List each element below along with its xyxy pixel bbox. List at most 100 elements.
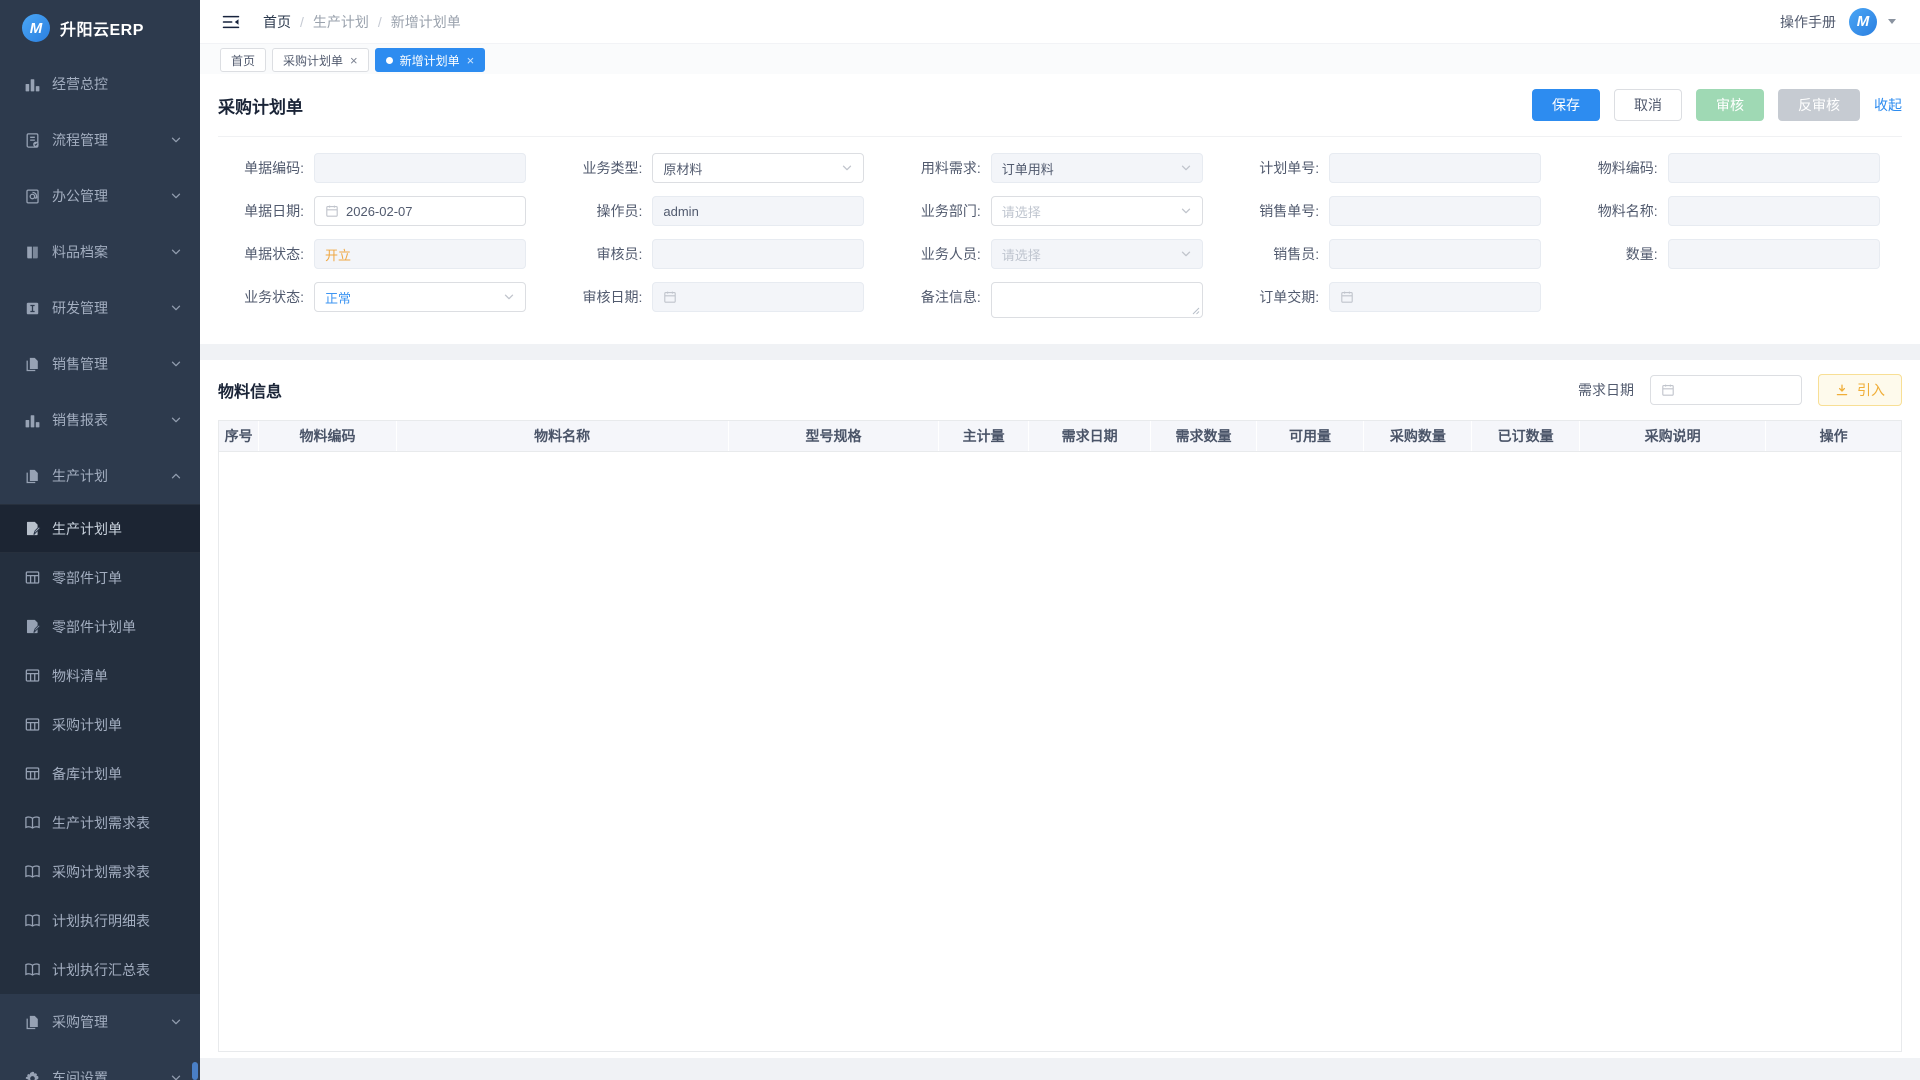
salesperson-input[interactable] <box>1329 239 1541 269</box>
sidebar-item-label: 生产计划 <box>52 466 108 486</box>
business-dept-select[interactable]: 请选择 <box>991 196 1203 226</box>
collapse-sidebar-icon[interactable] <box>222 14 241 30</box>
sidebar-item-plan-exec-detail[interactable]: 计划执行明细表 <box>0 896 200 945</box>
sidebar-item-production-plan[interactable]: 生产计划 <box>0 448 200 504</box>
material-code-input[interactable] <box>1668 153 1880 183</box>
sidebar-item-stock-plan-order[interactable]: 备库计划单 <box>0 749 200 798</box>
material-name-input[interactable] <box>1668 196 1880 226</box>
table-icon <box>24 765 41 782</box>
sales-no-label: 销售单号: <box>1233 196 1329 226</box>
cancel-button[interactable]: 取消 <box>1614 89 1682 121</box>
resize-handle-icon[interactable] <box>1192 307 1200 315</box>
chevron-down-icon <box>170 1072 182 1080</box>
sidebar-item-workshop-settings[interactable]: 车间设置 <box>0 1050 200 1080</box>
sidebar-item-label: 物料清单 <box>52 666 108 686</box>
close-tab-icon[interactable]: × <box>350 54 358 67</box>
sidebar-item-label: 办公管理 <box>52 186 108 206</box>
chevron-down-icon <box>170 1016 182 1028</box>
material-demand-select[interactable]: 订单用料 <box>991 153 1203 183</box>
sidebar-item-label: 研发管理 <box>52 298 108 318</box>
business-type-label: 业务类型: <box>556 153 652 183</box>
material-table: 序号物料编码物料名称型号规格主计量需求日期需求数量可用量采购数量已订数量采购说明… <box>218 420 1902 1052</box>
copy-icon <box>24 1014 41 1031</box>
unaudit-button[interactable]: 反审核 <box>1778 89 1860 121</box>
auditor-input[interactable] <box>652 239 864 269</box>
material-section-title: 物料信息 <box>218 378 282 402</box>
sidebar-item-sales-report[interactable]: 销售报表 <box>0 392 200 448</box>
sidebar-item-purchase-mgmt[interactable]: 采购管理 <box>0 994 200 1050</box>
archive-icon <box>24 244 41 261</box>
business-person-select[interactable]: 请选择 <box>991 239 1203 269</box>
sidebar-item-sales-mgmt[interactable]: 销售管理 <box>0 336 200 392</box>
tab-home[interactable]: 首页 <box>220 48 266 72</box>
material-code-label: 物料编码: <box>1572 153 1668 183</box>
sidebar-item-rd-mgmt[interactable]: 研发管理 <box>0 280 200 336</box>
book-open-icon <box>24 863 41 880</box>
tab-purchase-plan-order[interactable]: 采购计划单× <box>272 48 369 72</box>
quantity-input[interactable] <box>1668 239 1880 269</box>
business-status-value: 正常 <box>325 288 351 307</box>
column-header-available-qty: 可用量 <box>1257 421 1365 451</box>
demand-date-input[interactable] <box>1650 375 1802 405</box>
gear-icon <box>24 1070 41 1080</box>
sidebar-item-bom-list[interactable]: 物料清单 <box>0 651 200 700</box>
business-type-select[interactable]: 原材料 <box>652 153 864 183</box>
breadcrumb-item: 新增计划单 <box>391 12 461 32</box>
plan-no-label: 计划单号: <box>1233 153 1329 183</box>
sidebar-item-process-mgmt[interactable]: 流程管理 <box>0 112 200 168</box>
audit-date-field: 审核日期: <box>556 282 886 318</box>
business-dept-label: 业务部门: <box>895 196 991 226</box>
chevron-down-icon <box>170 246 182 258</box>
manual-link[interactable]: 操作手册 <box>1780 12 1836 32</box>
business-dept-value: 请选择 <box>1002 202 1041 221</box>
column-header-material-name: 物料名称 <box>397 421 729 451</box>
sidebar-item-parts-order[interactable]: 零部件订单 <box>0 553 200 602</box>
material-info-card: 物料信息 需求日期 引入 序号物料编码物料名称型号规格主计量需求日期需求数量可用… <box>200 360 1920 1058</box>
book-open-icon <box>24 912 41 929</box>
sidebar-item-plan-exec-summary[interactable]: 计划执行汇总表 <box>0 945 200 994</box>
import-button[interactable]: 引入 <box>1818 374 1902 406</box>
operator-input[interactable]: admin <box>652 196 864 226</box>
sidebar-scrollbar-thumb[interactable] <box>192 1062 198 1080</box>
tab-new-plan-order[interactable]: 新增计划单× <box>375 48 486 72</box>
breadcrumb-item[interactable]: 首页 <box>263 12 291 32</box>
user-avatar[interactable]: M <box>1849 8 1877 36</box>
close-tab-icon[interactable]: × <box>467 54 475 67</box>
chevron-down-icon <box>170 358 182 370</box>
save-button[interactable]: 保存 <box>1532 89 1600 121</box>
user-dropdown-caret-icon[interactable] <box>1888 19 1896 24</box>
audit-date-date-input[interactable] <box>652 282 864 312</box>
doc-date-date-input[interactable]: 2026-02-07 <box>314 196 526 226</box>
chevron-down-icon <box>1180 162 1192 174</box>
doc-date-label: 单据日期: <box>218 196 314 226</box>
app-title: 升阳云ERP <box>60 16 144 40</box>
sidebar-item-production-plan-order[interactable]: 生产计划单 <box>0 504 200 553</box>
order-delivery-field: 订单交期: <box>1233 282 1563 318</box>
sidebar-item-business-overview[interactable]: 经营总控 <box>0 56 200 112</box>
sidebar-item-parts-plan-order[interactable]: 零部件计划单 <box>0 602 200 651</box>
sidebar-item-purchase-plan-demand[interactable]: 采购计划需求表 <box>0 847 200 896</box>
auditor-label: 审核员: <box>556 239 652 269</box>
doc-status-input[interactable]: 开立 <box>314 239 526 269</box>
audit-button[interactable]: 审核 <box>1696 89 1764 121</box>
sidebar-item-purchase-plan-order[interactable]: 采购计划单 <box>0 700 200 749</box>
table-icon <box>24 667 41 684</box>
office-icon <box>24 188 41 205</box>
plan-no-input[interactable] <box>1329 153 1541 183</box>
sidebar-item-label: 计划执行汇总表 <box>52 960 150 980</box>
doc-code-input[interactable] <box>314 153 526 183</box>
sidebar-item-label: 生产计划需求表 <box>52 813 150 833</box>
sidebar-item-label: 零部件订单 <box>52 568 122 588</box>
doc-status-label: 单据状态: <box>218 239 314 269</box>
sidebar-item-production-plan-demand[interactable]: 生产计划需求表 <box>0 798 200 847</box>
breadcrumb-item[interactable]: 生产计划 <box>313 12 369 32</box>
sidebar-item-office-mgmt[interactable]: 办公管理 <box>0 168 200 224</box>
sidebar-item-material-archive[interactable]: 料品档案 <box>0 224 200 280</box>
collapse-form-button[interactable]: 收起 <box>1874 89 1902 121</box>
purchase-plan-form-card: 采购计划单 保存 取消 审核 反审核 收起 单据编码:业务类型:原材料用料需求:… <box>200 74 1920 344</box>
sidebar-item-label: 生产计划单 <box>52 519 122 539</box>
sales-no-input[interactable] <box>1329 196 1541 226</box>
remark-textarea[interactable] <box>991 282 1203 318</box>
order-delivery-date-input[interactable] <box>1329 282 1541 312</box>
business-status-select[interactable]: 正常 <box>314 282 526 312</box>
